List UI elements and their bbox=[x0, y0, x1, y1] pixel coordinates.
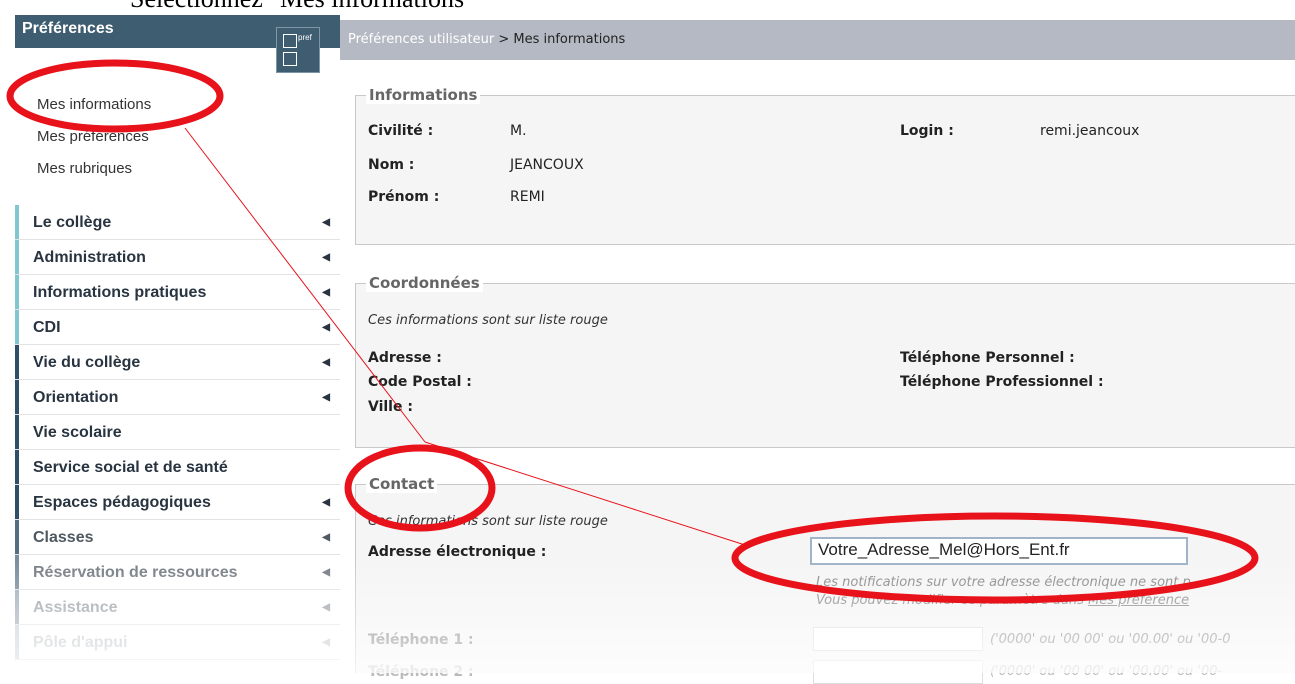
menu-item-label: Vie du collège bbox=[33, 354, 141, 371]
menu-item-5[interactable]: Orientation ◀ bbox=[15, 380, 340, 415]
chevron-left-icon[interactable]: ◀ bbox=[322, 520, 330, 555]
menu-item-color-bar bbox=[15, 520, 19, 554]
tel1-input[interactable] bbox=[813, 627, 983, 651]
menu-item-10[interactable]: Réservation de ressources ◀ bbox=[15, 555, 340, 590]
menu-item-3[interactable]: CDI ◀ bbox=[15, 310, 340, 345]
preferences-title: Préférences bbox=[22, 20, 114, 37]
menu-item-1[interactable]: Administration ◀ bbox=[15, 240, 340, 275]
menu-item-2[interactable]: Informations pratiques ◀ bbox=[15, 275, 340, 310]
mes-preferences-link[interactable]: Mes préférence bbox=[1088, 593, 1189, 608]
ville-label: Ville : bbox=[368, 399, 413, 415]
menu-item-color-bar bbox=[15, 555, 19, 589]
coordonnees-legend: Coordonnées bbox=[366, 274, 483, 292]
nom-value: JEANCOUX bbox=[510, 157, 584, 173]
submenu-item-mes-informations[interactable]: Mes informations bbox=[37, 95, 151, 127]
chevron-left-icon[interactable]: ◀ bbox=[322, 485, 330, 520]
menu-item-label: Vie scolaire bbox=[33, 424, 122, 441]
menu-item-label: Espaces pédagogiques bbox=[33, 494, 211, 511]
preferences-logo-label: pref bbox=[298, 33, 312, 42]
menu-item-label: Le collège bbox=[33, 214, 112, 231]
chevron-left-icon[interactable]: ◀ bbox=[322, 275, 330, 310]
main-menu: Le collège ◀ Administration ◀ Informations p… bbox=[15, 205, 340, 660]
menu-item-label: Service social et de santé bbox=[33, 459, 228, 476]
tel-pro-label: Téléphone Professionnel : bbox=[900, 374, 1104, 390]
menu-item-label: Classes bbox=[33, 529, 94, 546]
submenu-item-mes-rubriques[interactable]: Mes rubriques bbox=[37, 159, 151, 191]
menu-item-label: Orientation bbox=[33, 389, 119, 406]
adresse-label: Adresse : bbox=[368, 350, 442, 366]
notification-note-prefix: Vous pouvez modifier ce paramètre dans bbox=[816, 593, 1089, 608]
preferences-logo-icon[interactable]: pref bbox=[276, 27, 320, 73]
code-postal-label: Code Postal : bbox=[368, 374, 472, 390]
civilite-label: Civilité : bbox=[368, 123, 434, 139]
nom-label: Nom : bbox=[368, 157, 415, 173]
login-label: Login : bbox=[900, 123, 954, 139]
email-field[interactable]: Votre_Adresse_Mel@Hors_Ent.fr bbox=[810, 537, 1188, 565]
menu-item-color-bar bbox=[15, 415, 19, 449]
civilite-value: M. bbox=[510, 123, 527, 139]
menu-item-11[interactable]: Assistance ◀ bbox=[15, 590, 340, 625]
menu-item-color-bar bbox=[15, 625, 19, 659]
menu-item-0[interactable]: Le collège ◀ bbox=[15, 205, 340, 240]
chevron-left-icon[interactable]: ◀ bbox=[322, 240, 330, 275]
chevron-left-icon[interactable]: ◀ bbox=[322, 345, 330, 380]
login-value: remi.jeancoux bbox=[1040, 123, 1140, 139]
menu-item-label: Administration bbox=[33, 249, 146, 266]
tel-perso-label: Téléphone Personnel : bbox=[900, 350, 1075, 366]
informations-legend: Informations bbox=[366, 86, 481, 104]
menu-item-6[interactable]: Vie scolaire bbox=[15, 415, 340, 450]
tel2-input[interactable] bbox=[813, 660, 983, 684]
contact-legend: Contact bbox=[366, 475, 438, 493]
menu-item-12[interactable]: Pôle d'appui ◀ bbox=[15, 625, 340, 660]
informations-fieldset: Informations bbox=[355, 86, 1295, 245]
email-label: Adresse électronique : bbox=[368, 544, 547, 560]
menu-item-color-bar bbox=[15, 485, 19, 519]
sidebar: Préférences pref Mes informations Mes pr… bbox=[15, 15, 340, 673]
menu-item-color-bar bbox=[15, 240, 19, 274]
menu-item-label: Assistance bbox=[33, 599, 118, 616]
chevron-left-icon[interactable]: ◀ bbox=[322, 310, 330, 345]
page-caption: Sélectionnez "Mes informations" bbox=[130, 0, 475, 14]
contact-note: Ces informations sont sur liste rouge bbox=[368, 514, 608, 529]
tel2-hint: ('0000' ou '00 00' ou '00.00' ou '00- bbox=[990, 664, 1223, 679]
menu-item-label: CDI bbox=[33, 319, 61, 336]
breadcrumb-current: Mes informations bbox=[513, 32, 626, 47]
coordonnees-fieldset: Coordonnées bbox=[355, 274, 1295, 448]
menu-item-label: Informations pratiques bbox=[33, 284, 207, 301]
menu-item-label: Pôle d'appui bbox=[33, 634, 128, 651]
menu-item-color-bar bbox=[15, 345, 19, 379]
breadcrumb: Préférences utilisateur > Mes informatio… bbox=[340, 20, 1295, 60]
chevron-left-icon[interactable]: ◀ bbox=[322, 555, 330, 590]
menu-item-9[interactable]: Classes ◀ bbox=[15, 520, 340, 555]
menu-item-label: Réservation de ressources bbox=[33, 564, 238, 581]
coordonnees-note: Ces informations sont sur liste rouge bbox=[368, 313, 608, 328]
menu-item-8[interactable]: Espaces pédagogiques ◀ bbox=[15, 485, 340, 520]
menu-item-color-bar bbox=[15, 310, 19, 344]
menu-item-color-bar bbox=[15, 275, 19, 309]
notification-note: Les notifications sur votre adresse élec… bbox=[816, 575, 1191, 590]
menu-item-4[interactable]: Vie du collège ◀ bbox=[15, 345, 340, 380]
chevron-left-icon[interactable]: ◀ bbox=[322, 205, 330, 240]
preferences-submenu: Mes informations Mes préférences Mes rub… bbox=[37, 95, 151, 191]
submenu-item-mes-preferences[interactable]: Mes préférences bbox=[37, 127, 151, 159]
notification-note-2: Vous pouvez modifier ce paramètre dans M… bbox=[816, 593, 1189, 608]
chevron-left-icon[interactable]: ◀ bbox=[322, 590, 330, 625]
menu-item-color-bar bbox=[15, 205, 19, 239]
menu-item-color-bar bbox=[15, 450, 19, 484]
tel1-hint: ('0000' ou '00 00' ou '00.00' ou '00-0 bbox=[990, 632, 1231, 647]
menu-item-color-bar bbox=[15, 590, 19, 624]
tel1-label: Téléphone 1 : bbox=[368, 632, 474, 648]
menu-item-color-bar bbox=[15, 380, 19, 414]
breadcrumb-separator: > bbox=[494, 32, 514, 47]
chevron-left-icon[interactable]: ◀ bbox=[322, 625, 330, 660]
prenom-label: Prénom : bbox=[368, 189, 440, 205]
menu-item-7[interactable]: Service social et de santé bbox=[15, 450, 340, 485]
prenom-value: REMI bbox=[510, 189, 545, 205]
breadcrumb-link-preferences[interactable]: Préférences utilisateur bbox=[348, 32, 494, 47]
tel2-label: Téléphone 2 : bbox=[368, 664, 474, 680]
chevron-left-icon[interactable]: ◀ bbox=[322, 380, 330, 415]
